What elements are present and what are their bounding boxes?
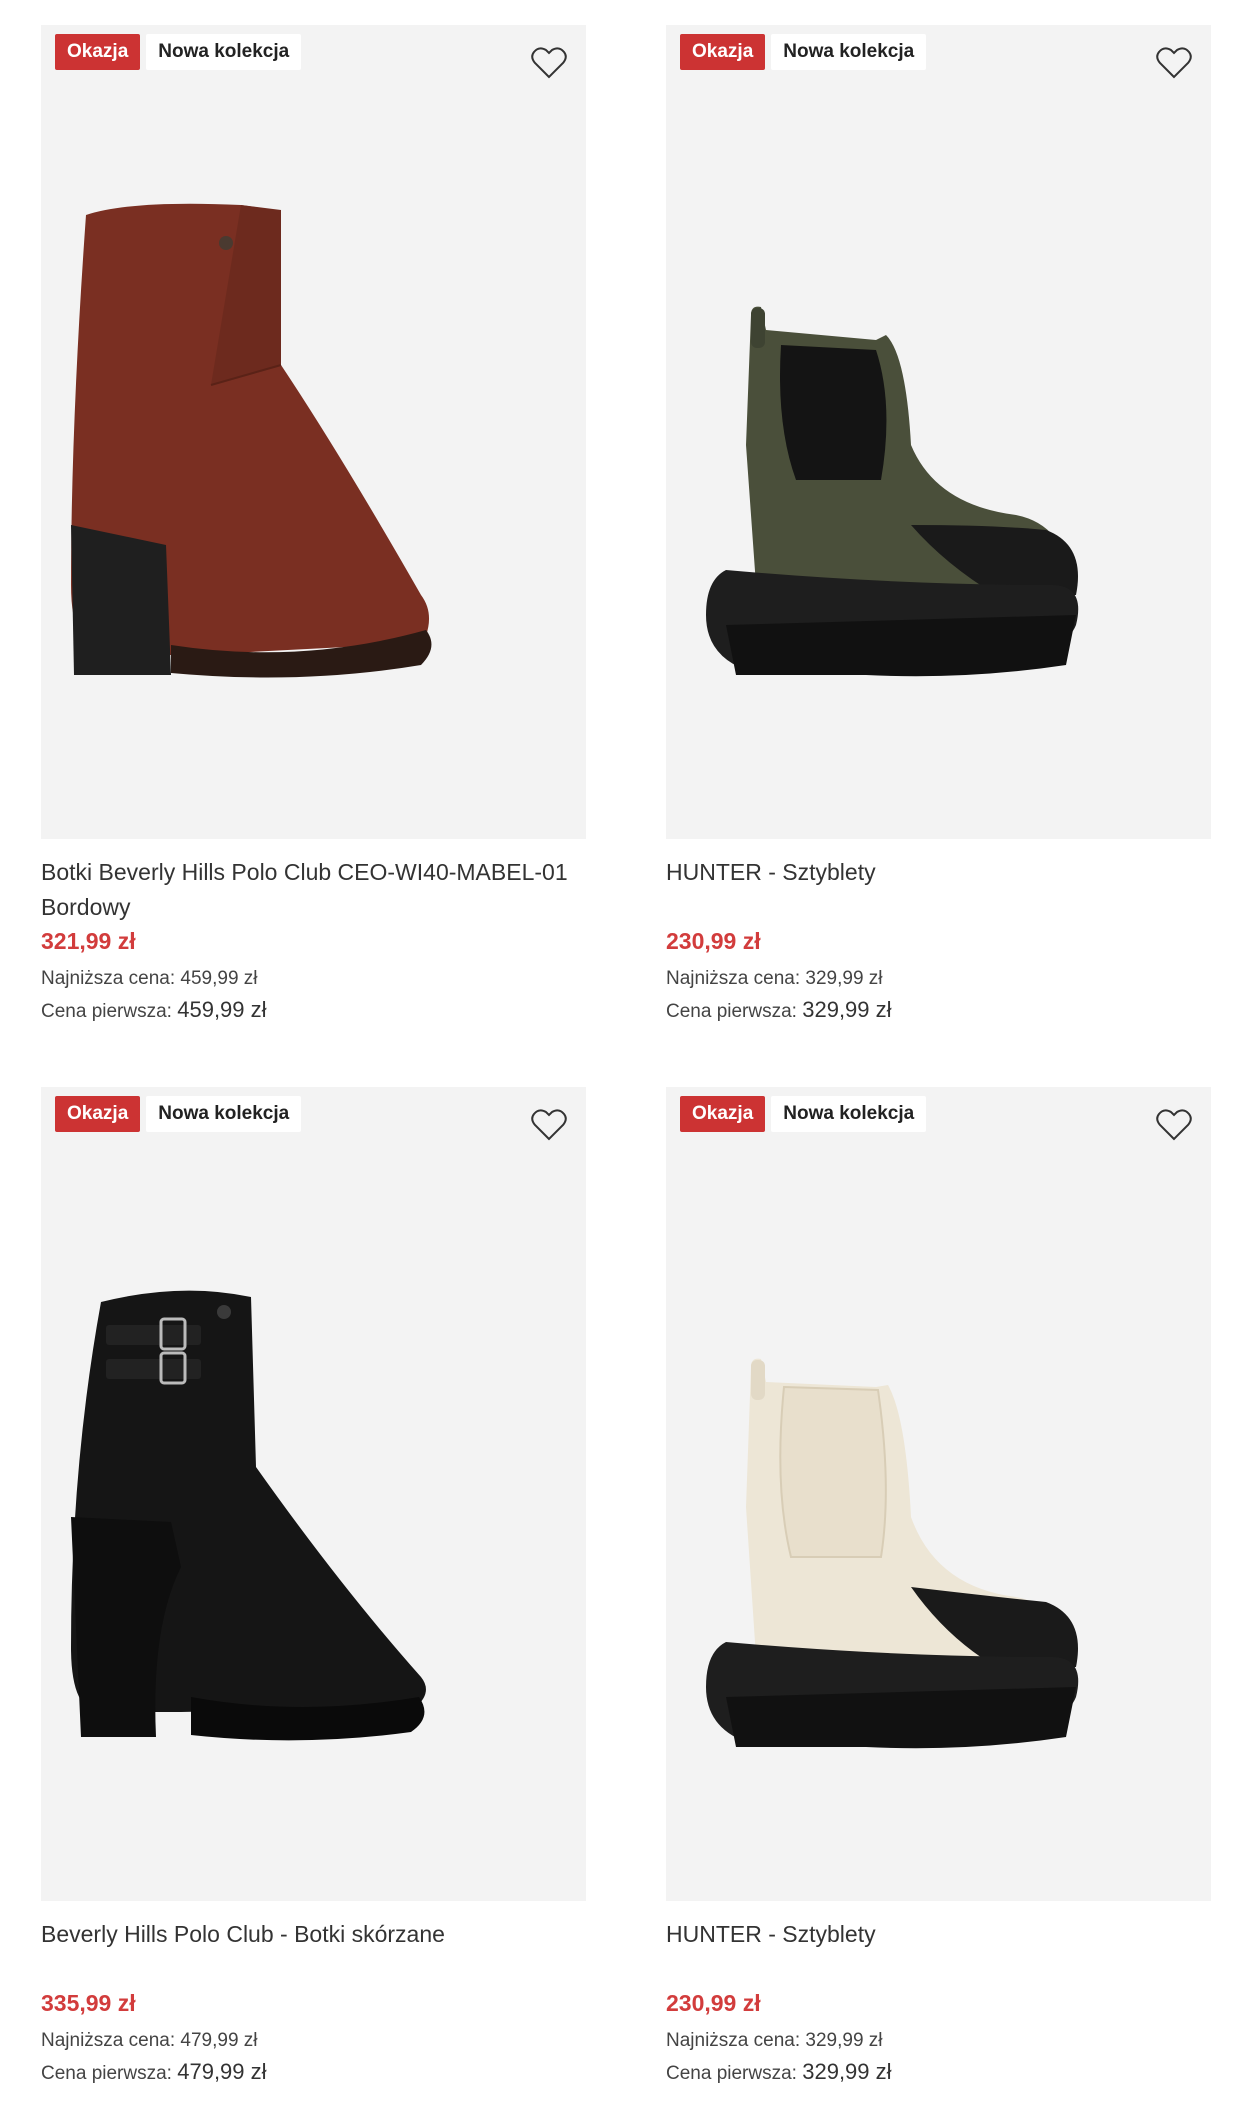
new-collection-badge: Nowa kolekcja (771, 1096, 927, 1132)
lowest-price-row: Najniższa cena: 479,99 zł (41, 2025, 586, 2056)
lowest-price-row: Najniższa cena: 329,99 zł (666, 2025, 1211, 2056)
product-price: 335,99 zł (41, 1990, 136, 2016)
first-price-value: 329,99 zł (802, 997, 892, 1022)
first-price-value: 459,99 zł (177, 997, 267, 1022)
product-image[interactable]: Okazja Nowa kolekcja (41, 25, 586, 839)
product-card[interactable]: Okazja Nowa kolekcja Beverly Hills Polo … (41, 1087, 586, 2089)
product-grid: Okazja Nowa kolekcja Botki Beverly Hills… (0, 0, 1250, 2123)
lowest-price-label: Najniższa cena: (41, 2030, 176, 2051)
product-image[interactable]: Okazja Nowa kolekcja (41, 1087, 586, 1901)
first-price-label: Cena pierwsza: (666, 1001, 797, 1022)
product-card[interactable]: Okazja Nowa kolekcja HUNTER - Sztyblety … (666, 1087, 1211, 2089)
product-image[interactable]: Okazja Nowa kolekcja (666, 25, 1211, 839)
lowest-price-label: Najniższa cena: (666, 2030, 801, 2051)
new-collection-badge: Nowa kolekcja (771, 34, 927, 70)
product-price: 321,99 zł (41, 928, 136, 954)
product-price: 230,99 zł (666, 1990, 761, 2016)
heart-outline-icon[interactable] (1154, 1105, 1194, 1145)
lowest-price-row: Najniższa cena: 329,99 zł (666, 963, 1211, 994)
first-price-label: Cena pierwsza: (41, 1001, 172, 1022)
heart-outline-icon[interactable] (1154, 43, 1194, 83)
sale-badge: Okazja (55, 1096, 141, 1132)
first-price-label: Cena pierwsza: (41, 2063, 172, 2084)
lowest-price-label: Najniższa cena: (41, 968, 176, 989)
sale-badge: Okazja (680, 34, 766, 70)
heeled-boot-image (71, 203, 432, 678)
chelsea-boot-image (706, 306, 1079, 677)
first-price-value: 479,99 zł (177, 2059, 267, 2084)
first-price-row: Cena pierwsza: 329,99 zł (666, 2056, 1211, 2089)
first-price-label: Cena pierwsza: (666, 2063, 797, 2084)
new-collection-badge: Nowa kolekcja (146, 1096, 302, 1132)
lowest-price-value: 329,99 zł (805, 968, 883, 989)
product-title[interactable]: Botki Beverly Hills Polo Club CEO-WI40-M… (41, 855, 586, 925)
chelsea-boot-image (706, 1358, 1079, 1749)
product-title[interactable]: Beverly Hills Polo Club - Botki skórzane (41, 1917, 586, 1987)
product-card[interactable]: Okazja Nowa kolekcja HUNTER - Sztyblety … (666, 25, 1211, 1027)
lowest-price-row: Najniższa cena: 459,99 zł (41, 963, 586, 994)
first-price-row: Cena pierwsza: 459,99 zł (41, 994, 586, 1027)
product-title[interactable]: HUNTER - Sztyblety (666, 855, 1211, 925)
first-price-row: Cena pierwsza: 479,99 zł (41, 2056, 586, 2089)
lowest-price-value: 479,99 zł (180, 2030, 258, 2051)
product-title[interactable]: HUNTER - Sztyblety (666, 1917, 1211, 1987)
sale-badge: Okazja (680, 1096, 766, 1132)
lowest-price-value: 459,99 zł (180, 968, 258, 989)
new-collection-badge: Nowa kolekcja (146, 34, 302, 70)
product-card[interactable]: Okazja Nowa kolekcja Botki Beverly Hills… (41, 25, 586, 1027)
first-price-value: 329,99 zł (802, 2059, 892, 2084)
heeled-ankle-boot-image (71, 1290, 426, 1741)
product-image[interactable]: Okazja Nowa kolekcja (666, 1087, 1211, 1901)
lowest-price-label: Najniższa cena: (666, 968, 801, 989)
sale-badge: Okazja (55, 34, 141, 70)
first-price-row: Cena pierwsza: 329,99 zł (666, 994, 1211, 1027)
heart-outline-icon[interactable] (529, 43, 569, 83)
lowest-price-value: 329,99 zł (805, 2030, 883, 2051)
product-price: 230,99 zł (666, 928, 761, 954)
heart-outline-icon[interactable] (529, 1105, 569, 1145)
